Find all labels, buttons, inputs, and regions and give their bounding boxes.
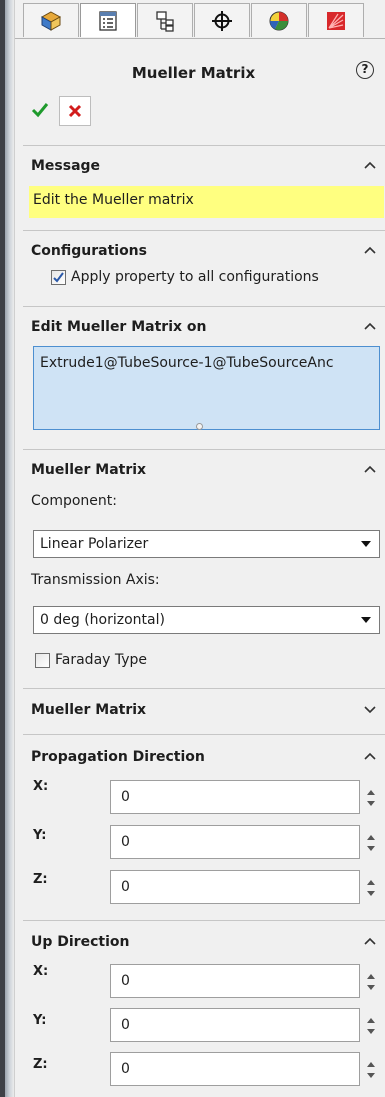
apply-all-configurations-label: Apply property to all configurations bbox=[71, 269, 319, 285]
chevron-up-icon[interactable] bbox=[363, 321, 377, 331]
chevron-up-icon[interactable] bbox=[363, 245, 377, 255]
manager-tabs bbox=[15, 0, 385, 39]
propagation-x-value: 0 bbox=[121, 789, 130, 805]
tab-feature-manager[interactable] bbox=[23, 3, 79, 37]
divider bbox=[23, 920, 385, 921]
close-icon bbox=[68, 104, 82, 118]
help-icon[interactable]: ? bbox=[356, 61, 374, 79]
tab-display-manager[interactable] bbox=[251, 3, 307, 37]
divider bbox=[23, 306, 385, 307]
up-z-label: Z: bbox=[33, 1057, 48, 1072]
display-manager-icon bbox=[269, 11, 289, 30]
tab-dimxpert[interactable] bbox=[194, 3, 250, 37]
propagation-z-value: 0 bbox=[121, 879, 130, 895]
configuration-manager-icon bbox=[156, 10, 174, 32]
spin-up-icon[interactable] bbox=[367, 1018, 375, 1023]
propagation-y-value: 0 bbox=[121, 834, 130, 850]
spin-up-icon[interactable] bbox=[367, 1062, 375, 1067]
divider bbox=[23, 734, 385, 735]
up-y-input[interactable]: 0 bbox=[110, 1008, 360, 1042]
up-y-label: Y: bbox=[33, 1013, 47, 1028]
tab-property-manager[interactable] bbox=[80, 3, 136, 37]
optical-tool-icon bbox=[327, 11, 345, 30]
dropdown-arrow-icon bbox=[361, 541, 371, 547]
section-title-configurations: Configurations bbox=[31, 243, 147, 259]
propagation-x-input[interactable]: 0 bbox=[110, 780, 360, 814]
divider bbox=[23, 449, 385, 450]
component-dropdown[interactable]: Linear Polarizer bbox=[33, 530, 380, 558]
up-x-input[interactable]: 0 bbox=[110, 964, 360, 998]
section-title-mueller-matrix-collapsed: Mueller Matrix bbox=[31, 702, 147, 718]
spin-down-icon[interactable] bbox=[367, 1029, 375, 1034]
tabs-divider bbox=[15, 38, 385, 39]
selection-listbox[interactable]: Extrude1@TubeSource-1@TubeSourceAnc bbox=[33, 346, 380, 430]
spin-down-icon[interactable] bbox=[367, 1073, 375, 1078]
faraday-type-checkbox[interactable] bbox=[35, 653, 50, 668]
section-title-message: Message bbox=[31, 158, 101, 174]
cancel-button[interactable] bbox=[59, 96, 91, 126]
chevron-up-icon[interactable] bbox=[363, 464, 377, 474]
chevron-up-icon[interactable] bbox=[363, 936, 377, 946]
section-title-edit-on: Edit Mueller Matrix on bbox=[31, 319, 207, 335]
apply-all-configurations-checkbox[interactable] bbox=[51, 270, 66, 285]
divider bbox=[23, 688, 385, 689]
dropdown-arrow-icon bbox=[361, 617, 371, 623]
section-title-up-direction: Up Direction bbox=[31, 934, 130, 950]
transmission-axis-dropdown[interactable]: 0 deg (horizontal) bbox=[33, 606, 380, 634]
spin-down-icon[interactable] bbox=[367, 801, 375, 806]
propagation-z-label: Z: bbox=[33, 872, 48, 887]
propagation-y-label: Y: bbox=[33, 828, 47, 843]
section-title-propagation-direction: Propagation Direction bbox=[31, 749, 205, 765]
up-z-input[interactable]: 0 bbox=[110, 1052, 360, 1086]
checkmark-icon bbox=[31, 103, 49, 118]
tab-optical-tool[interactable] bbox=[308, 3, 364, 37]
spin-up-icon[interactable] bbox=[367, 790, 375, 795]
window-edge bbox=[0, 0, 14, 1097]
propagation-x-spinner[interactable] bbox=[365, 780, 379, 814]
spin-down-icon[interactable] bbox=[367, 985, 375, 990]
spin-up-icon[interactable] bbox=[367, 835, 375, 840]
transmission-axis-label: Transmission Axis: bbox=[31, 572, 160, 588]
divider bbox=[23, 145, 385, 146]
checkbox-check-icon bbox=[53, 272, 64, 283]
chevron-down-icon[interactable] bbox=[363, 704, 377, 714]
page-title: Mueller Matrix bbox=[131, 64, 256, 82]
propagation-y-spinner[interactable] bbox=[365, 825, 379, 859]
property-manager-panel: Mueller Matrix ? Message Edit the Muelle… bbox=[14, 0, 385, 1097]
up-x-label: X: bbox=[33, 964, 49, 979]
spin-down-icon[interactable] bbox=[367, 891, 375, 896]
spin-up-icon[interactable] bbox=[367, 880, 375, 885]
propagation-z-input[interactable]: 0 bbox=[110, 870, 360, 904]
property-manager-icon bbox=[99, 10, 117, 31]
spin-up-icon[interactable] bbox=[367, 974, 375, 979]
propagation-x-label: X: bbox=[33, 779, 49, 794]
component-value: Linear Polarizer bbox=[40, 536, 149, 552]
resize-handle[interactable] bbox=[196, 423, 203, 430]
propagation-y-input[interactable]: 0 bbox=[110, 825, 360, 859]
transmission-axis-value: 0 deg (horizontal) bbox=[40, 612, 165, 628]
up-z-spinner[interactable] bbox=[365, 1052, 379, 1086]
propagation-z-spinner[interactable] bbox=[365, 870, 379, 904]
up-y-value: 0 bbox=[121, 1017, 130, 1033]
up-z-value: 0 bbox=[121, 1061, 130, 1077]
section-title-mueller-matrix: Mueller Matrix bbox=[31, 462, 147, 478]
selection-item[interactable]: Extrude1@TubeSource-1@TubeSourceAnc bbox=[40, 355, 378, 371]
component-label: Component: bbox=[31, 493, 117, 509]
dimxpert-icon bbox=[212, 10, 232, 31]
ok-button[interactable] bbox=[31, 102, 49, 122]
message-text: Edit the Mueller matrix bbox=[29, 186, 384, 218]
spin-down-icon[interactable] bbox=[367, 846, 375, 851]
tab-configuration-manager[interactable] bbox=[137, 3, 193, 37]
up-x-value: 0 bbox=[121, 973, 130, 989]
up-x-spinner[interactable] bbox=[365, 964, 379, 998]
feature-manager-icon bbox=[40, 10, 62, 31]
up-y-spinner[interactable] bbox=[365, 1008, 379, 1042]
faraday-type-label: Faraday Type bbox=[55, 652, 148, 668]
chevron-up-icon[interactable] bbox=[363, 751, 377, 761]
divider bbox=[23, 230, 385, 231]
chevron-up-icon[interactable] bbox=[363, 160, 377, 170]
